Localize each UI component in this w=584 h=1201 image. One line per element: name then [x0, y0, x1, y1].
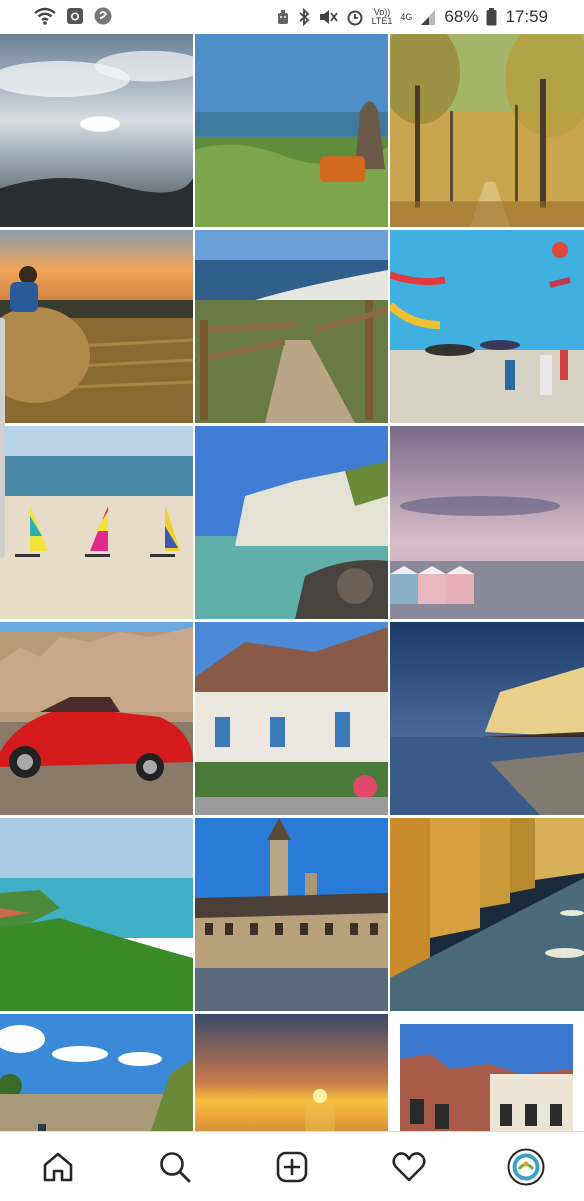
photo-tile-illuminated-memorial-walls[interactable] [390, 818, 584, 1011]
photo-tile-sunset-sea-clouds[interactable] [0, 34, 193, 227]
battery-percent: 68% [444, 7, 479, 26]
nav-new-post-button[interactable] [262, 1137, 322, 1197]
photo-tile-sand-yachts-beach[interactable] [0, 426, 193, 619]
photo-tile-man-on-haybale-sunset[interactable] [0, 230, 193, 423]
nav-profile-button[interactable] [496, 1137, 556, 1197]
status-bar: Vo)) LTE1 4G 68% 17:59 [0, 0, 584, 34]
nav-activity-button[interactable] [379, 1137, 439, 1197]
profile-avatar-icon [507, 1148, 545, 1185]
mute-icon [319, 10, 338, 24]
photo-tile-autumn-tree-alley[interactable] [390, 34, 584, 227]
photo-tile-beach-huts-dusk[interactable] [390, 426, 584, 619]
status-left-icons [34, 7, 112, 25]
photo-tile-kite-festival-beach[interactable] [390, 230, 584, 423]
signal-icon [421, 10, 436, 25]
status-right-icons: Vo)) LTE1 4G 68% 17:59 [276, 7, 548, 27]
photo-grid [0, 34, 584, 1131]
nav-home-button[interactable] [28, 1137, 88, 1197]
lte-label: LTE1 [371, 16, 393, 26]
photo-tile-belfry-town-square[interactable] [195, 818, 388, 1011]
bottom-navigation-bar [0, 1131, 584, 1201]
android-icon [277, 10, 288, 24]
photo-tile-ramparts-walker[interactable] [0, 1014, 193, 1131]
photo-tile-brick-townhouses[interactable] [390, 1014, 584, 1131]
photo-tile-green-cliffs-coast[interactable] [0, 818, 193, 1011]
shazam-icon [94, 7, 112, 25]
search-icon [160, 1151, 191, 1182]
edge-panel-handle[interactable] [0, 318, 5, 558]
network-4g-label: 4G [400, 11, 413, 22]
add-post-icon [276, 1151, 308, 1182]
bluetooth-icon [298, 8, 309, 26]
home-icon [44, 1152, 73, 1181]
nav-search-button[interactable] [145, 1137, 205, 1197]
photo-tile-wooden-steps-to-beach[interactable] [195, 230, 388, 423]
instagram-icon [67, 8, 83, 24]
photo-tile-red-sports-car-square[interactable] [0, 622, 193, 815]
photo-tile-village-houses-blue-shutters[interactable] [195, 622, 388, 815]
photo-tile-golden-cliff-sea[interactable] [390, 622, 584, 815]
alarm-icon [347, 10, 363, 26]
clock-time: 17:59 [505, 7, 548, 26]
photo-tile-woman-dunes-sea[interactable] [195, 34, 388, 227]
wifi-icon [34, 7, 56, 25]
photo-tile-golden-sunset-sea[interactable] [195, 1014, 388, 1131]
volte-indicator: Vo)) LTE1 [372, 8, 393, 26]
photo-tile-white-chalk-cliffs[interactable] [195, 426, 388, 619]
battery-icon [486, 8, 497, 26]
activity-heart-icon [392, 1151, 426, 1181]
